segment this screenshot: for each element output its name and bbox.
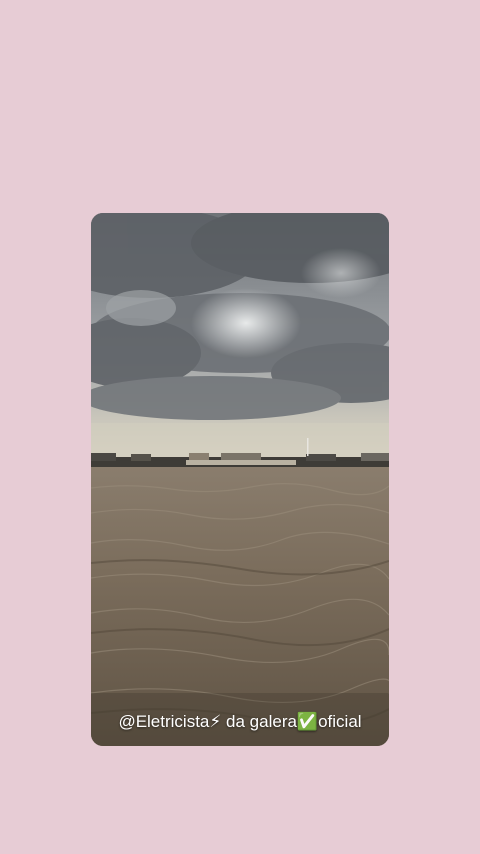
river-storm-photo: [91, 213, 389, 746]
story-card[interactable]: @Eletricista⚡ da galera✅oficial: [91, 213, 389, 746]
story-caption: @Eletricista⚡ da galera✅oficial: [118, 712, 362, 731]
